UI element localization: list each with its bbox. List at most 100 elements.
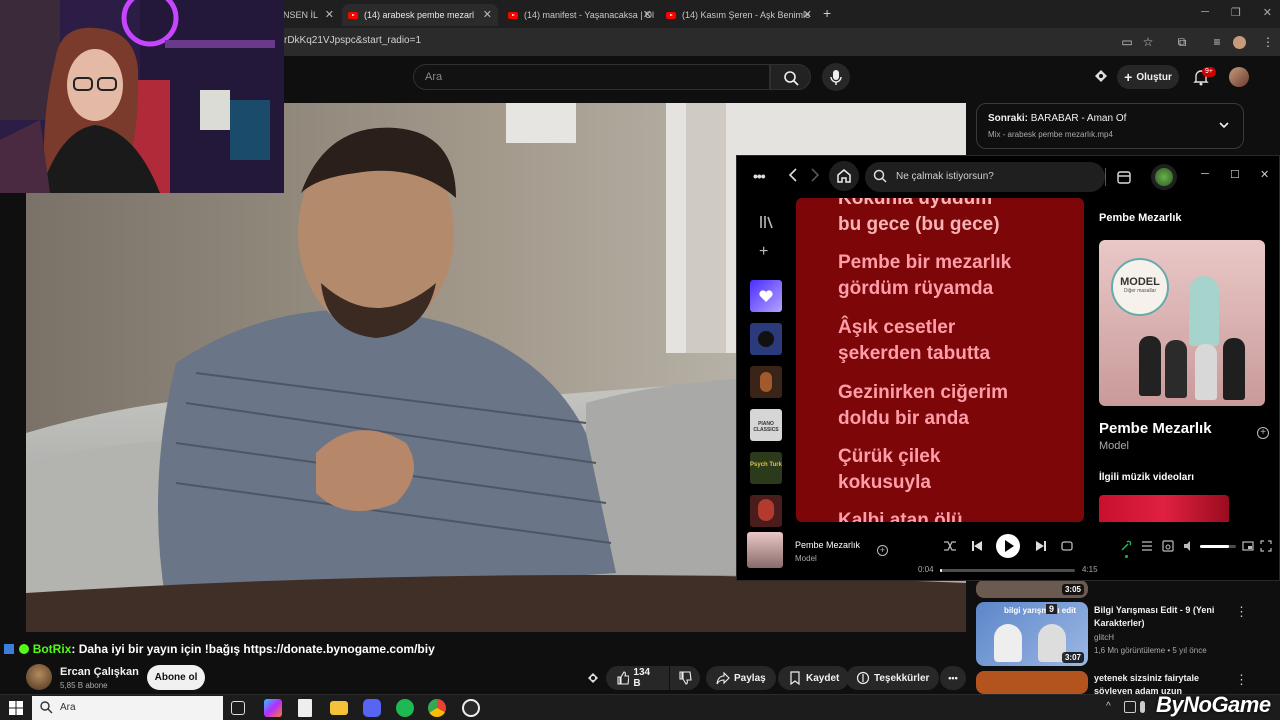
discord-icon[interactable] <box>363 699 381 717</box>
previous-icon[interactable] <box>970 539 984 553</box>
extensions-icon[interactable]: ⧉ <box>1174 34 1190 50</box>
notepad-icon[interactable] <box>298 699 312 717</box>
thanks-button[interactable]: Teşekkürler <box>846 666 940 690</box>
search-button[interactable] <box>770 64 811 90</box>
save-button[interactable]: Kaydet <box>778 666 850 690</box>
chevron-right-icon[interactable] <box>809 167 821 183</box>
minimize-icon[interactable]: ─ <box>1201 168 1209 180</box>
playlist-cover[interactable]: Psych Turk <box>750 452 782 484</box>
close-icon[interactable]: ✕ <box>1263 6 1272 19</box>
browser-tab-active[interactable]: (14) arabesk pembe mezarl ✕ <box>342 4 498 26</box>
playlist-cover[interactable]: PIANO CLASSICS <box>750 409 782 441</box>
rec-title[interactable]: yetenek sizsiniz fairytale söyleyen adam… <box>1094 672 1234 694</box>
play-button[interactable] <box>996 534 1020 558</box>
playlist-cover[interactable] <box>750 366 782 398</box>
progress-bar[interactable] <box>940 569 1075 572</box>
connect-device-icon[interactable] <box>1162 540 1174 552</box>
spotify-search-input[interactable]: Ne çalmak istiyorsun? <box>865 162 1105 192</box>
task-view-icon[interactable] <box>231 701 245 715</box>
add-icon[interactable]: + <box>877 545 888 556</box>
minimize-icon[interactable]: ─ <box>1201 6 1209 19</box>
close-icon[interactable]: ✕ <box>483 8 492 21</box>
lyric-line[interactable]: kokusuyla <box>838 470 931 496</box>
lyric-line[interactable]: gördüm rüyamda <box>838 276 993 302</box>
tray-network-icon[interactable] <box>1124 701 1136 713</box>
chevron-down-icon[interactable] <box>1217 118 1231 132</box>
menu-kebab-icon[interactable]: ⋮ <box>1260 34 1276 50</box>
related-video-thumbnail[interactable] <box>1099 495 1229 522</box>
next-up-card[interactable]: Sonraki: BARABAR - Aman Of Mix - arabesk… <box>976 103 1244 149</box>
rec-title[interactable]: Bilgi Yarışması Edit - 9 (Yeni Karakterl… <box>1094 604 1234 630</box>
home-button[interactable] <box>829 161 859 191</box>
lyrics-mic-icon[interactable] <box>1120 540 1132 552</box>
lyric-line[interactable]: şekerden tabutta <box>838 341 990 367</box>
rec-thumbnail[interactable]: bilgi yarışması edit 9 3:07 <box>976 602 1088 666</box>
close-icon[interactable]: ✕ <box>643 8 652 21</box>
fullscreen-icon[interactable] <box>1260 540 1272 552</box>
miniplayer-icon[interactable] <box>1242 540 1254 552</box>
channel-avatar[interactable] <box>26 664 52 690</box>
chevron-left-icon[interactable] <box>787 167 799 183</box>
chat-username[interactable]: BotRix <box>33 642 72 656</box>
close-icon[interactable]: ✕ <box>325 8 334 21</box>
liked-songs-cover[interactable] <box>750 280 782 312</box>
lyric-line[interactable]: Çürük çilek <box>838 444 940 470</box>
volume-icon[interactable] <box>1183 540 1195 552</box>
add-playlist-icon[interactable]: + <box>759 243 768 261</box>
library-icon[interactable] <box>758 214 774 230</box>
media-control-icon[interactable]: ≡ <box>1209 34 1225 50</box>
browse-icon[interactable] <box>1116 169 1132 185</box>
share-button[interactable]: Paylaş <box>706 666 776 690</box>
spotify-icon[interactable] <box>396 699 414 717</box>
add-icon[interactable]: + <box>1257 427 1269 439</box>
cast-icon[interactable]: ▭ <box>1119 34 1135 50</box>
lyric-line[interactable]: Gezinirken ciğerim <box>838 380 1008 406</box>
maximize-icon[interactable]: ❐ <box>1231 6 1241 19</box>
windows-start-icon[interactable] <box>9 701 23 715</box>
obs-icon[interactable] <box>462 699 480 717</box>
now-playing-artist[interactable]: Model <box>795 554 817 563</box>
remix-icon[interactable] <box>585 670 601 686</box>
browser-tab[interactable]: (14) Kasım Şeren - Aşk Benimle ✕ <box>660 4 818 26</box>
more-actions-button[interactable]: ••• <box>940 666 966 690</box>
lyric-line[interactable]: Âşık cesetler <box>838 315 955 341</box>
volume-slider[interactable] <box>1200 545 1236 548</box>
now-playing-title[interactable]: Pembe Mezarlık <box>795 540 860 550</box>
chrome-icon[interactable] <box>428 699 446 717</box>
shuffle-icon[interactable] <box>943 539 957 553</box>
url-field[interactable]: rDkKq21VJpspc&start_radio=1 <box>284 35 421 46</box>
lyric-line[interactable]: Kokunla uyudum <box>838 198 992 212</box>
repeat-icon[interactable] <box>1060 539 1074 553</box>
search-input[interactable]: Ara <box>413 64 770 90</box>
menu-dots-icon[interactable]: ••• <box>753 168 766 184</box>
browser-tab[interactable]: (14) manifest - Yaşanacaksa | Ol ✕ <box>502 4 658 26</box>
avatar[interactable] <box>1229 67 1249 87</box>
playlist-cover[interactable] <box>750 323 782 355</box>
rec-thumbnail[interactable] <box>976 671 1088 694</box>
bookmark-star-icon[interactable]: ☆ <box>1140 34 1156 50</box>
taskbar-search-input[interactable]: Ara <box>32 696 223 720</box>
tray-chevron-icon[interactable]: ^ <box>1106 701 1111 712</box>
maximize-icon[interactable]: ☐ <box>1230 168 1240 181</box>
track-title[interactable]: Pembe Mezarlık <box>1099 420 1212 437</box>
more-options-icon[interactable]: ⋮ <box>1235 672 1248 688</box>
queue-icon[interactable] <box>1141 540 1153 552</box>
new-tab-button[interactable]: + <box>823 5 831 21</box>
lyric-line[interactable]: doldu bir anda <box>838 406 969 432</box>
file-explorer-icon[interactable] <box>330 701 348 715</box>
lyric-line[interactable]: Pembe bir mezarlık <box>838 250 1011 276</box>
studio-icon[interactable] <box>1093 68 1109 84</box>
more-options-icon[interactable]: ⋮ <box>1235 604 1248 620</box>
channel-name[interactable]: Ercan Çalışkan <box>60 666 139 678</box>
rec-channel[interactable]: glitcH <box>1094 633 1114 642</box>
lyric-line[interactable]: bu gece (bu gece) <box>838 212 1000 238</box>
close-icon[interactable]: ✕ <box>1260 168 1269 181</box>
copilot-icon[interactable] <box>264 699 282 717</box>
like-button[interactable]: 134 B <box>606 666 669 690</box>
dislike-button[interactable] <box>670 666 700 690</box>
create-button[interactable]: + Oluştur <box>1117 65 1179 89</box>
lyric-line[interactable]: Kalbi atan ölü <box>838 508 963 522</box>
rec-thumbnail[interactable]: 3:05 <box>976 580 1088 598</box>
voice-search-button[interactable] <box>822 63 850 91</box>
avatar[interactable] <box>1151 164 1177 190</box>
